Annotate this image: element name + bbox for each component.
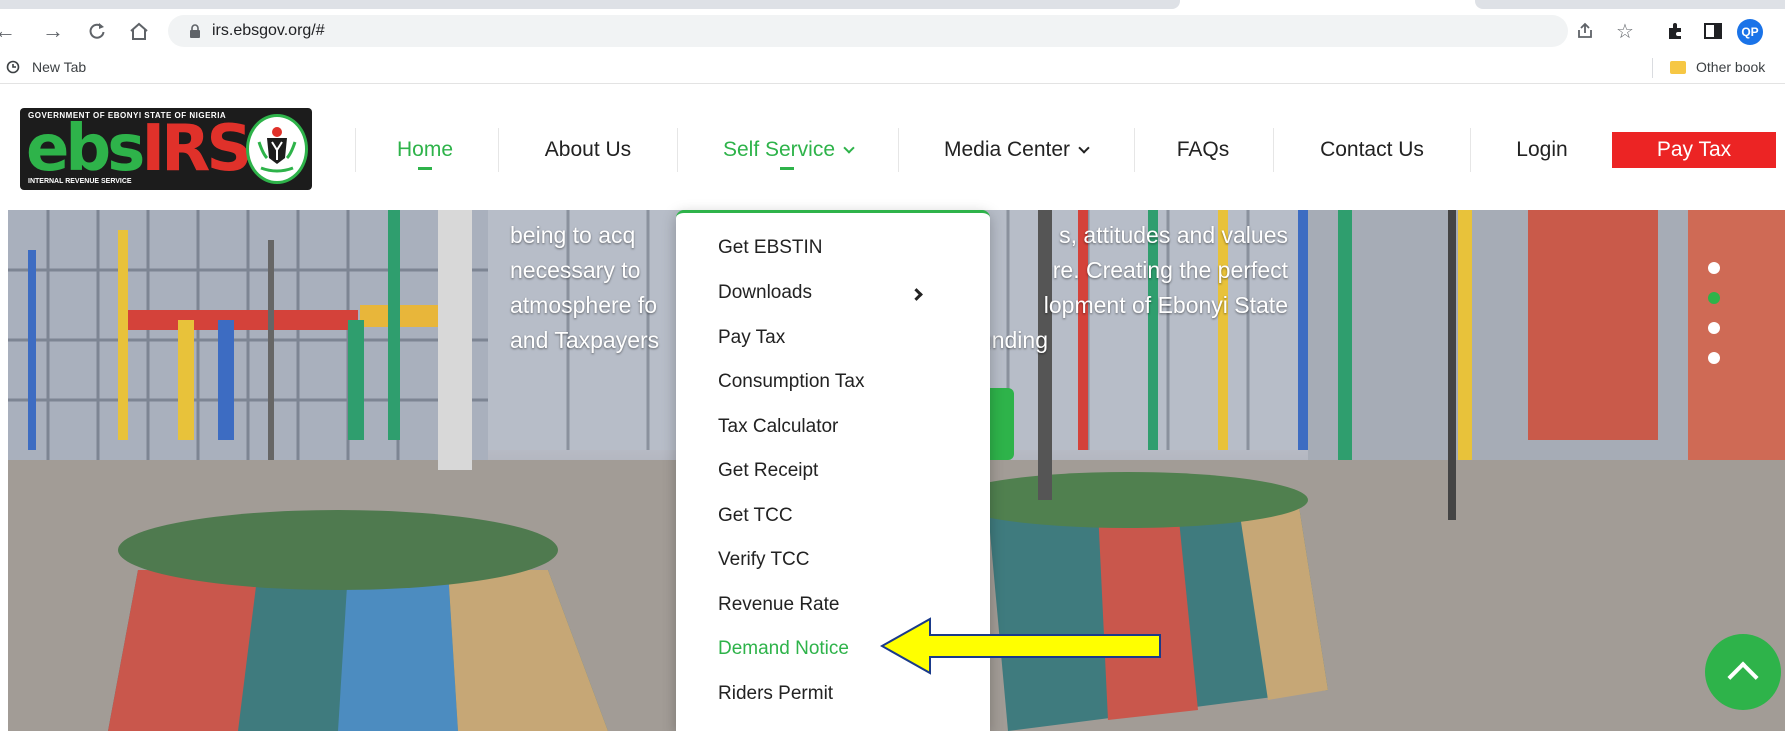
hero-line: lopment of Ebonyi State	[1043, 292, 1288, 318]
url-text: irs.ebsgov.org/#	[212, 22, 325, 39]
nav-home-underline	[418, 167, 432, 170]
menu-item-get-ebstin[interactable]: Get EBSTIN	[718, 237, 823, 259]
menu-item-tax-calculator[interactable]: Tax Calculator	[718, 416, 838, 438]
logo-wordmark: ebs IRS	[26, 117, 253, 181]
nav-contact-us[interactable]: Contact Us	[1290, 90, 1454, 210]
lock-icon	[190, 24, 200, 38]
profile-avatar[interactable]: QP	[1737, 19, 1763, 45]
nav-separator	[677, 128, 678, 172]
nav-home[interactable]: Home	[365, 90, 485, 210]
other-bookmarks-label: Other book	[1696, 59, 1766, 75]
tab-strip-right	[1475, 0, 1785, 9]
folder-icon	[1670, 60, 1686, 74]
slider-dot[interactable]	[1708, 322, 1720, 334]
nav-separator	[1470, 128, 1471, 172]
logo-wordmark-red: IRS	[141, 112, 252, 186]
logo-wordmark-green: ebs	[26, 112, 145, 186]
bookmark-new-tab-label: New Tab	[32, 59, 87, 75]
menu-item-get-receipt[interactable]: Get Receipt	[718, 460, 818, 482]
nav-separator	[1134, 128, 1135, 172]
nav-login[interactable]: Login	[1490, 90, 1594, 210]
nav-faqs[interactable]: FAQs	[1150, 90, 1256, 210]
nav-home-label: Home	[396, 138, 454, 161]
nav-self-service-underline	[780, 167, 794, 170]
nav-self-service-label: Self Service	[722, 138, 836, 161]
share-icon[interactable]	[1570, 16, 1600, 46]
forward-icon[interactable]: →	[38, 16, 68, 46]
bookmark-star-icon[interactable]: ☆	[1610, 16, 1640, 46]
menu-item-riders-permit[interactable]: Riders Permit	[718, 683, 833, 705]
bookmark-new-tab[interactable]: New Tab	[6, 59, 86, 75]
scroll-to-top-button[interactable]	[1705, 634, 1781, 710]
hero-line: atmosphere fo	[510, 292, 658, 318]
menu-item-pay-tax[interactable]: Pay Tax	[718, 327, 785, 349]
other-bookmarks[interactable]: Other book	[1670, 59, 1765, 75]
menu-item-demand-notice[interactable]: Demand Notice	[718, 638, 849, 660]
browser-toolbar: ← → irs.ebsgov.org/# ☆ QP	[0, 10, 1785, 52]
nav-about-us[interactable]: About Us	[508, 90, 668, 210]
nav-media-center-label: Media Center	[943, 138, 1071, 161]
chevron-right-icon	[910, 288, 923, 301]
hero-line: s, attitudes and values	[1059, 222, 1288, 248]
chevron-down-icon	[1078, 142, 1090, 154]
annotation-arrow-icon	[880, 617, 1161, 675]
slider-dots	[1708, 262, 1722, 382]
nav-self-service[interactable]: Self Service	[700, 90, 876, 210]
bookmarks-separator	[1652, 58, 1653, 78]
home-icon[interactable]	[124, 16, 154, 46]
nav-media-center[interactable]: Media Center	[925, 90, 1107, 210]
site-header: GOVERNMENT OF EBONYI STATE OF NIGERIA eb…	[0, 90, 1785, 210]
menu-item-get-tcc[interactable]: Get TCC	[718, 505, 793, 527]
menu-item-consumption-tax[interactable]: Consumption Tax	[718, 371, 864, 393]
hero-line: and Taxpayers	[510, 327, 660, 353]
slider-dot[interactable]	[1708, 352, 1720, 364]
side-panel-icon[interactable]	[1698, 16, 1728, 46]
nav-contact-us-label: Contact Us	[1320, 138, 1424, 161]
nav-separator	[1273, 128, 1274, 172]
nav-separator	[898, 128, 899, 172]
ebsirs-logo[interactable]: GOVERNMENT OF EBONYI STATE OF NIGERIA eb…	[20, 108, 312, 190]
nav-separator	[498, 128, 499, 172]
menu-item-downloads[interactable]: Downloads	[718, 282, 812, 304]
bookmarks-bar: New Tab Other book	[0, 52, 1785, 84]
menu-item-verify-tcc[interactable]: Verify TCC	[718, 549, 810, 571]
coat-of-arms-icon	[246, 114, 308, 184]
new-tab-icon	[6, 60, 20, 74]
nav-about-us-label: About Us	[544, 138, 632, 161]
nav-login-label: Login	[1516, 138, 1568, 161]
logo-bottom-text: INTERNAL REVENUE SERVICE	[28, 178, 132, 185]
back-icon[interactable]: ←	[0, 16, 20, 46]
menu-item-revenue-rate[interactable]: Revenue Rate	[718, 594, 839, 616]
hero-line: necessary to	[510, 257, 641, 283]
slider-dot-active[interactable]	[1708, 292, 1720, 304]
nav-separator	[355, 128, 356, 172]
reload-icon[interactable]	[82, 16, 112, 46]
hero-line: being to acq	[510, 222, 636, 248]
pay-tax-button[interactable]: Pay Tax	[1612, 132, 1776, 168]
chevron-down-icon	[843, 142, 855, 154]
tab-strip	[0, 0, 1785, 10]
extensions-icon[interactable]	[1660, 16, 1690, 46]
slider-dot[interactable]	[1708, 262, 1720, 274]
chevron-up-icon	[1727, 661, 1759, 693]
address-bar[interactable]: irs.ebsgov.org/#	[168, 15, 1568, 47]
hero-line: re. Creating the perfect	[1052, 257, 1288, 283]
tab-strip-left	[0, 0, 1180, 9]
nav-faqs-label: FAQs	[1176, 138, 1230, 161]
